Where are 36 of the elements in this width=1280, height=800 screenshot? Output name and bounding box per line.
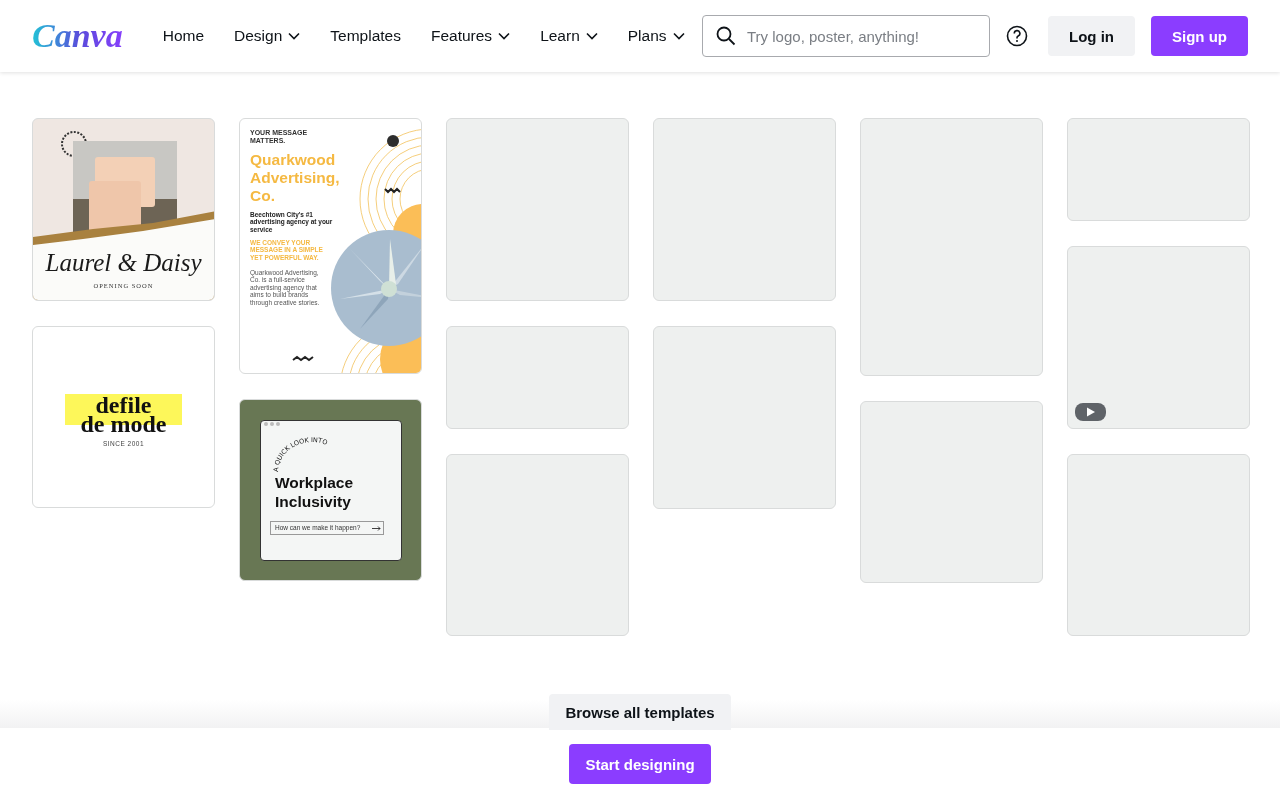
template-placeholder[interactable]: [653, 118, 836, 301]
template-placeholder[interactable]: [446, 454, 629, 636]
sign-up-button[interactable]: Sign up: [1151, 16, 1248, 56]
chevron-down-icon: [498, 32, 511, 40]
search-field[interactable]: Try logo, poster, anything!: [702, 15, 990, 57]
window-dots-icon: [263, 421, 283, 427]
template-placeholder[interactable]: [653, 326, 836, 509]
chevron-down-icon: [672, 32, 685, 40]
nav-link[interactable]: Templates: [330, 27, 401, 45]
template-placeholder[interactable]: [860, 401, 1043, 583]
template-title: Quarkwood Advertising, Co.: [250, 151, 341, 205]
template-card[interactable]: [239, 118, 422, 374]
chevron-down-icon: [288, 32, 301, 40]
browse-templates-button[interactable]: Browse all templates: [549, 694, 731, 730]
chevron-down-icon: [585, 32, 598, 40]
template-placeholder[interactable]: [1067, 118, 1250, 221]
template-placeholder[interactable]: [1067, 246, 1250, 429]
wave-icon: [292, 355, 316, 362]
template-title: defile de mode: [65, 394, 182, 435]
arrow-icon: [372, 526, 381, 531]
template-placeholder[interactable]: [446, 326, 629, 429]
nav-link[interactable]: Features: [430, 27, 511, 45]
template-placeholder[interactable]: [446, 118, 629, 301]
template-title: Workplace Inclusivity: [275, 474, 355, 512]
help-button[interactable]: [1006, 25, 1028, 47]
nav-link[interactable]: Plans: [627, 27, 685, 45]
help-icon: [1006, 25, 1028, 47]
nav-link[interactable]: Design: [234, 27, 301, 45]
nav-link[interactable]: Home: [162, 27, 205, 45]
log-in-button[interactable]: Log in: [1048, 16, 1135, 56]
template-placeholder[interactable]: [1067, 454, 1250, 636]
nav-link[interactable]: Learn: [540, 27, 598, 45]
template-placeholder[interactable]: [860, 118, 1043, 376]
template-title: Laurel & Daisy: [44, 249, 203, 278]
start-designing-button[interactable]: Start designing: [569, 744, 711, 784]
badge-icon: [59, 129, 89, 159]
